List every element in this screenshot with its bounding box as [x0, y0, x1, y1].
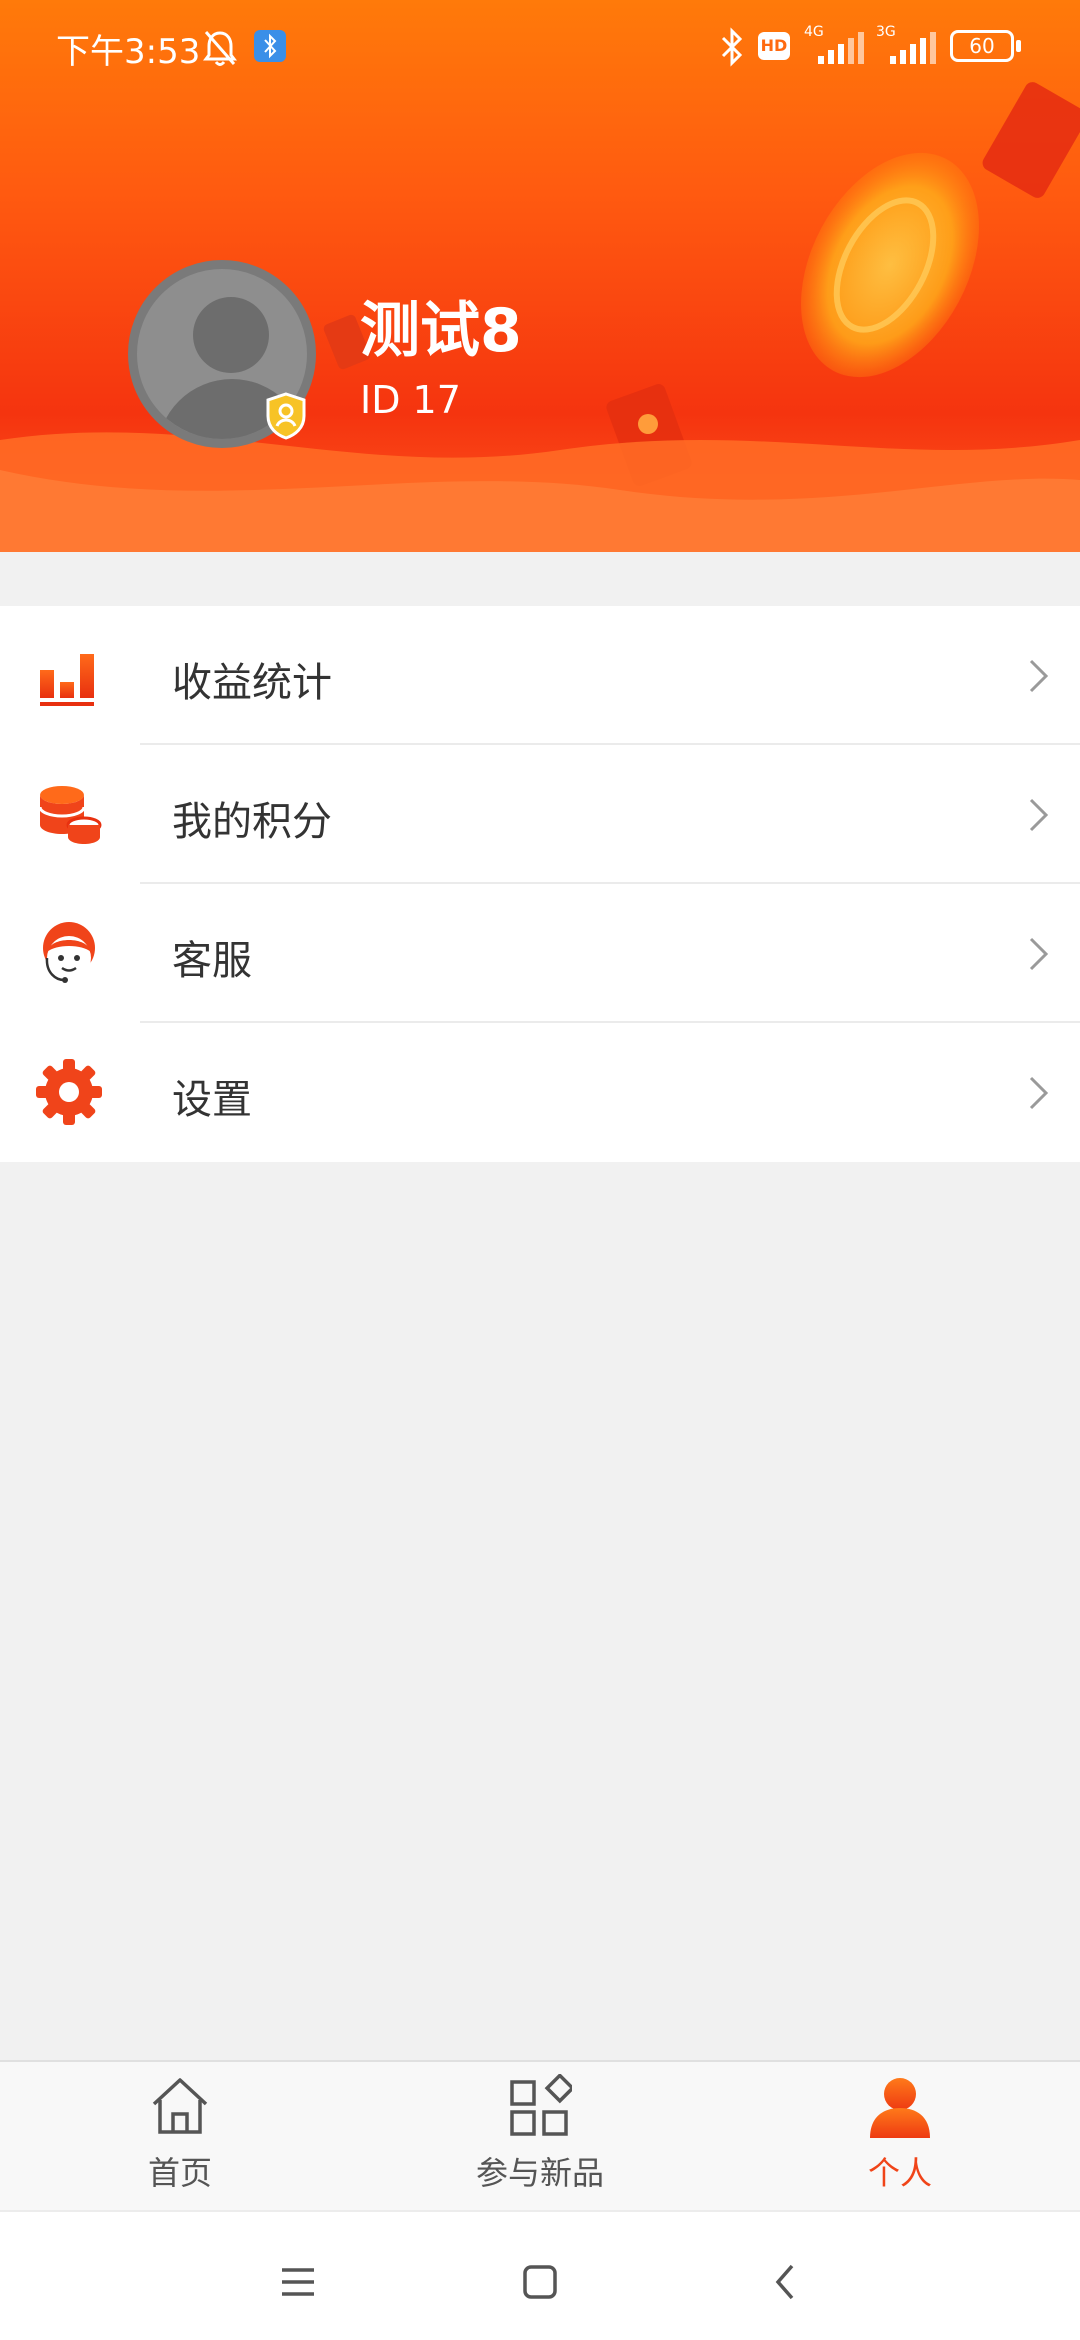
battery-icon: 60: [950, 30, 1014, 62]
coins-icon: [38, 786, 102, 844]
battery-level: 60: [969, 34, 995, 58]
customer-service-icon: [43, 922, 95, 983]
chevron-right-icon: [1029, 659, 1049, 693]
menu-item-customer-service[interactable]: 客服: [0, 884, 1080, 1023]
status-time: 下午3:53: [56, 32, 201, 72]
bluetooth-icon: [721, 27, 743, 67]
menu-item-points[interactable]: 我的积分: [0, 745, 1080, 884]
verified-shield-icon: [266, 392, 306, 440]
menu-label-customer-service: 客服: [172, 938, 252, 984]
tab-label-home: 首页: [147, 2154, 212, 2192]
back-icon[interactable]: [756, 2252, 816, 2312]
chevron-right-icon: [1029, 937, 1049, 971]
hd-badge: HD: [758, 32, 790, 60]
avatar-head: [193, 297, 269, 373]
menu-icon[interactable]: [268, 2252, 328, 2312]
person-icon: [870, 2078, 930, 2138]
profile-menu: 收益统计 我的积分 客服 设置: [0, 606, 1080, 1162]
system-nav-bar: [0, 2210, 1080, 2340]
signal-3g-icon: [890, 32, 936, 64]
tab-new-products[interactable]: 参与新品: [420, 2062, 660, 2210]
battery-tip: [1016, 40, 1021, 52]
home-icon: [152, 2078, 208, 2134]
bar-chart-icon: [40, 654, 94, 706]
bell-muted-icon: [203, 31, 237, 66]
chevron-right-icon: [1029, 798, 1049, 832]
menu-label-points: 我的积分: [172, 799, 332, 845]
menu-label-earnings: 收益统计: [172, 660, 332, 706]
gear-icon: [36, 1059, 102, 1125]
tab-profile[interactable]: 个人: [780, 2062, 1020, 2210]
menu-item-settings[interactable]: 设置: [0, 1023, 1080, 1162]
profile-header: 下午3:53 HD 4G 3G 60 测试8 ID 17: [0, 0, 1080, 552]
tab-home[interactable]: 首页: [60, 2062, 300, 2210]
chevron-right-icon: [1029, 1076, 1049, 1110]
signal-4g-icon: [818, 32, 864, 64]
status-bar: 下午3:53 HD 4G 3G 60: [0, 0, 1080, 96]
bluetooth-app-icon: [254, 30, 286, 62]
username: 测试8: [360, 296, 522, 366]
bottom-tab-bar: 首页 参与新品 个人: [0, 2060, 1080, 2210]
user-id: ID 17: [360, 378, 461, 422]
tab-label-profile: 个人: [867, 2154, 932, 2192]
tab-label-new-products: 参与新品: [475, 2154, 604, 2192]
menu-label-settings: 设置: [172, 1077, 252, 1123]
menu-item-earnings[interactable]: 收益统计: [0, 606, 1080, 745]
grid-icon: [510, 2074, 572, 2136]
home-square-icon[interactable]: [510, 2252, 570, 2312]
